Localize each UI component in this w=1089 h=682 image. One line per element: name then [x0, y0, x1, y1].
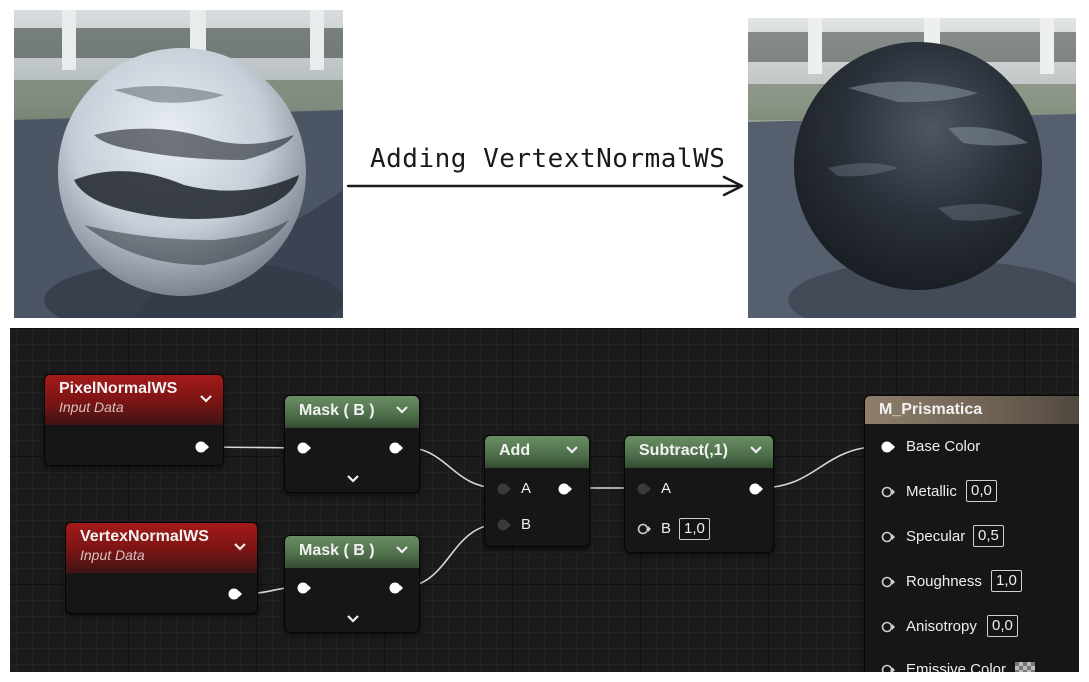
node-pixel-normal-ws[interactable]: PixelNormalWS Input Data — [44, 374, 224, 466]
arrow-right-icon — [346, 175, 744, 197]
stone-sphere-light-image — [14, 10, 343, 318]
output-pin-filled[interactable] — [228, 588, 242, 600]
input-label: Base Color — [906, 438, 981, 455]
node-title: VertexNormalWS — [80, 528, 209, 545]
input-label: Emissive Color — [906, 661, 1007, 672]
stone-sphere-dark-image — [748, 18, 1076, 318]
input-pin-filled[interactable] — [881, 441, 895, 453]
output-pin-filled[interactable] — [749, 483, 763, 495]
input-value[interactable]: 0,5 — [973, 525, 1004, 547]
node-title: Add — [499, 442, 531, 459]
input-pin-filled[interactable] — [297, 582, 311, 594]
chevron-down-icon[interactable] — [749, 443, 763, 457]
color-swatch-icon[interactable] — [1015, 662, 1035, 672]
node-header[interactable]: VertexNormalWS Input Data — [66, 523, 257, 573]
input-label: Specular — [906, 528, 966, 545]
node-header[interactable]: M_Prismatica — [865, 396, 1079, 424]
node-header[interactable]: Mask ( B ) — [285, 396, 419, 428]
input-pin-empty[interactable] — [881, 621, 895, 633]
node-header[interactable]: Add — [485, 436, 589, 468]
node-title: PixelNormalWS — [59, 380, 178, 397]
node-material-output[interactable]: M_Prismatica Base Color Metallic 0,0 Spe… — [864, 395, 1079, 672]
node-title: Mask ( B ) — [299, 542, 375, 559]
output-pin-filled[interactable] — [558, 483, 572, 495]
pin-label-a: A — [521, 480, 532, 497]
expand-chevron-icon[interactable] — [346, 474, 360, 484]
input-value[interactable]: 1,0 — [991, 570, 1022, 592]
annotation-label: Adding VertextNormalWS — [370, 144, 726, 174]
chevron-down-icon[interactable] — [395, 543, 409, 557]
node-header[interactable]: PixelNormalWS Input Data — [45, 375, 223, 425]
input-value[interactable]: 0,0 — [987, 615, 1018, 637]
input-label: Metallic — [906, 483, 957, 500]
chevron-down-icon[interactable] — [199, 392, 213, 406]
pin-label-b: B — [521, 516, 532, 533]
pin-label-a: A — [661, 480, 672, 497]
render-before-image — [14, 10, 343, 318]
node-subtitle: Input Data — [59, 399, 124, 415]
output-pin-filled[interactable] — [195, 441, 209, 453]
node-header[interactable]: Mask ( B ) — [285, 536, 419, 568]
input-pin-empty[interactable] — [637, 523, 651, 535]
input-pin-empty[interactable] — [881, 576, 895, 588]
material-graph-canvas[interactable]: PixelNormalWS Input Data VertexNormalWS … — [10, 328, 1079, 672]
input-pin-empty[interactable] — [881, 486, 895, 498]
chevron-down-icon[interactable] — [395, 403, 409, 417]
input-pin-connected[interactable] — [637, 483, 651, 495]
input-value[interactable]: 0,0 — [966, 480, 997, 502]
output-pin-filled[interactable] — [389, 442, 403, 454]
node-header[interactable]: Subtract(,1) — [625, 436, 773, 468]
node-title: M_Prismatica — [879, 401, 983, 418]
node-mask-top[interactable]: Mask ( B ) — [284, 395, 420, 493]
input-pin-filled[interactable] — [297, 442, 311, 454]
input-label: Roughness — [906, 573, 982, 590]
pin-label-b: B — [661, 520, 672, 537]
node-subtitle: Input Data — [80, 547, 145, 563]
expand-chevron-icon[interactable] — [346, 614, 360, 624]
output-pin-filled[interactable] — [389, 582, 403, 594]
node-title: Mask ( B ) — [299, 402, 375, 419]
node-subtract[interactable]: Subtract(,1) A B 1,0 — [624, 435, 774, 553]
chevron-down-icon[interactable] — [565, 443, 579, 457]
node-add[interactable]: Add A B — [484, 435, 590, 547]
input-pin-connected[interactable] — [497, 519, 511, 531]
value-input-b[interactable]: 1,0 — [679, 518, 710, 540]
node-title: Subtract(,1) — [639, 442, 728, 459]
chevron-down-icon[interactable] — [233, 540, 247, 554]
input-pin-empty[interactable] — [881, 531, 895, 543]
node-vertex-normal-ws[interactable]: VertexNormalWS Input Data — [65, 522, 258, 614]
render-after-image — [748, 18, 1076, 318]
input-pin-connected[interactable] — [497, 483, 511, 495]
input-label: Anisotropy — [906, 618, 977, 635]
input-pin-empty[interactable] — [881, 664, 895, 672]
node-mask-bottom[interactable]: Mask ( B ) — [284, 535, 420, 633]
